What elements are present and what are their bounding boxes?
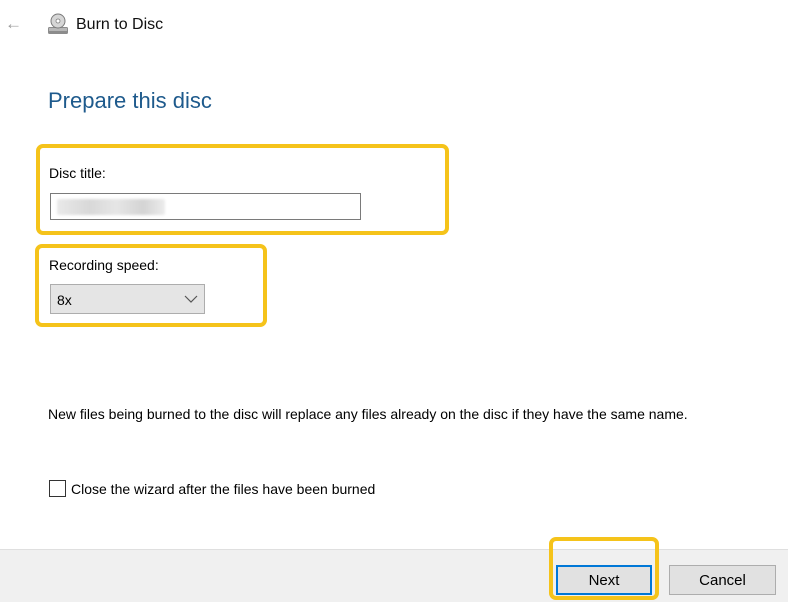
disc-title-highlight bbox=[36, 144, 449, 235]
disc-title-input[interactable] bbox=[50, 193, 361, 220]
chevron-down-icon bbox=[184, 295, 198, 303]
back-arrow-icon[interactable]: ← bbox=[5, 14, 22, 34]
disc-title-label: Disc title: bbox=[49, 165, 106, 181]
recording-speed-value: 8x bbox=[57, 292, 72, 308]
disc-burner-icon bbox=[48, 13, 68, 34]
recording-speed-dropdown[interactable]: 8x bbox=[50, 284, 205, 314]
close-wizard-checkbox[interactable] bbox=[49, 480, 66, 497]
info-text: New files being burned to the disc will … bbox=[48, 406, 688, 422]
title-bar: ← Burn to Disc bbox=[0, 0, 788, 48]
close-wizard-label[interactable]: Close the wizard after the files have be… bbox=[71, 480, 375, 498]
window-title: Burn to Disc bbox=[76, 16, 164, 33]
next-button[interactable]: Next bbox=[556, 565, 652, 595]
recording-speed-label: Recording speed: bbox=[49, 257, 159, 273]
cancel-button[interactable]: Cancel bbox=[669, 565, 776, 595]
page-heading: Prepare this disc bbox=[48, 88, 212, 113]
